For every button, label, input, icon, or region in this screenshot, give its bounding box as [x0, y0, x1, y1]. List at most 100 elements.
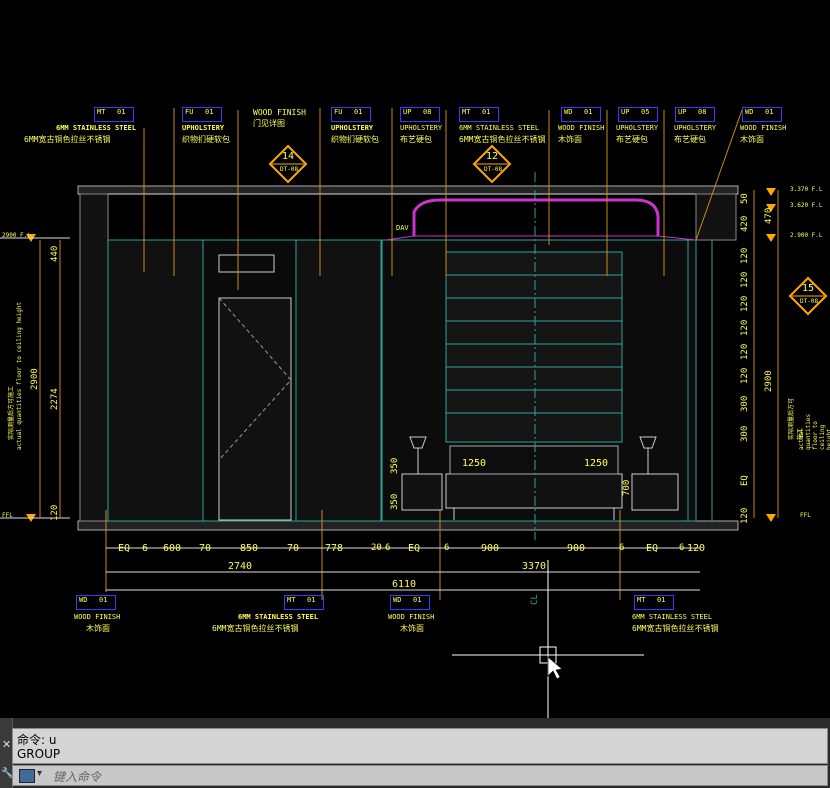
tag-en-b3: WOOD FINISH — [388, 613, 435, 621]
dim-bed-left: 1250 — [462, 458, 487, 469]
dim-bottom: 778 — [325, 543, 344, 554]
chevron-down-icon[interactable]: ▾ — [37, 768, 42, 779]
dim-bottom: 600 — [163, 543, 182, 554]
tag-code: WD — [564, 108, 573, 116]
dim-right: EQ — [740, 475, 750, 486]
tag-cn-8: 布艺硬包 — [616, 135, 648, 144]
dim-bottom: 900 — [481, 543, 500, 554]
dim-bottom: 850 — [240, 543, 259, 554]
tag-code: MT — [637, 596, 646, 604]
dim-right: 470 — [764, 207, 774, 224]
dim-left-2274: 2274 — [50, 388, 60, 410]
tag-code: MT — [97, 108, 106, 116]
drawing-canvas[interactable]: MT 01 6MM STAINLESS STEEL 6MM宽古铜色拉丝不锈钢 F… — [0, 0, 830, 718]
dim-right-2900: 2900 — [764, 370, 774, 392]
section-12-ref: DT-08 — [484, 166, 503, 173]
vertical-note-en-right: actual quantities floor to ceiling heigh… — [798, 413, 830, 450]
material-tag-7[interactable]: WD 01 — [561, 107, 601, 122]
tag-cn-7: 木饰面 — [558, 135, 582, 144]
dim-right: 120 — [740, 295, 750, 312]
tag-code: UP — [403, 108, 412, 116]
tag-en-10: WOOD FINISH — [740, 124, 787, 132]
tag-code: WD — [745, 108, 754, 116]
history-line-1: 命令: u — [17, 733, 57, 747]
tag-code: MT — [462, 108, 471, 116]
tag-en-3: WOOD FINISH — [253, 108, 306, 117]
dim-bottom: 120 — [687, 543, 706, 554]
material-tag-b2[interactable]: MT 01 — [284, 595, 324, 610]
level-3370-right: 3.370 F.L — [790, 186, 823, 193]
tag-cn-9: 布艺硬包 — [674, 135, 706, 144]
material-tag-8[interactable]: UP 05 — [618, 107, 658, 122]
section-15-num: 15 — [802, 283, 815, 294]
level-3620-right: 3.620 F.L — [790, 202, 823, 209]
tag-cn-b1: 木饰面 — [86, 624, 110, 633]
tag-en-4: UPHOLSTERY — [331, 124, 374, 132]
dim-bottom: EQ — [118, 543, 131, 554]
section-15-ref: DT-08 — [800, 298, 819, 305]
dim-right: 300 — [740, 395, 750, 412]
dim-right: 120 — [740, 367, 750, 384]
tag-en-5: UPHOLSTERY — [400, 124, 443, 132]
tag-num: 08 — [698, 108, 707, 116]
material-tag-9[interactable]: UP 08 — [675, 107, 715, 122]
dim-right: 120 — [740, 343, 750, 360]
material-tag-b1[interactable]: WD 01 — [76, 595, 116, 610]
dim-bottom: 70 — [199, 543, 212, 554]
level-ffl-right: FFL — [800, 512, 811, 519]
tag-en-6: 6MM STAINLESS STEEL — [459, 124, 540, 132]
tag-num: 01 — [584, 108, 593, 116]
tag-num: 01 — [307, 596, 316, 604]
dim-bottom: EQ — [408, 543, 421, 554]
command-input-row: ▾ — [12, 765, 828, 786]
tag-code: MT — [287, 596, 296, 604]
tag-en-2: UPHOLSTERY — [182, 124, 225, 132]
material-tag-5[interactable]: UP 08 — [400, 107, 440, 122]
ceiling-cove — [412, 198, 660, 236]
material-tag-2[interactable]: FU 01 — [182, 107, 222, 122]
command-input[interactable] — [51, 767, 815, 786]
dim-right: 120 — [740, 507, 750, 524]
dim-bottom: 6 — [619, 543, 625, 553]
dim-bottom-2740: 2740 — [228, 561, 253, 572]
floor-slab — [77, 520, 739, 531]
tag-num: 01 — [205, 108, 214, 116]
tag-num: 01 — [482, 108, 491, 116]
dim-bottom-6110: 6110 — [392, 579, 417, 590]
close-icon[interactable]: ✕ — [2, 738, 11, 751]
tag-en-b4: 6MM STAINLESS STEEL — [632, 613, 713, 621]
dim-right: 120 — [740, 319, 750, 336]
left-wall — [79, 193, 109, 522]
tag-cn-10: 木饰面 — [740, 135, 764, 144]
material-tag-4[interactable]: FU 01 — [331, 107, 371, 122]
material-tag-b4[interactable]: MT 01 — [634, 595, 674, 610]
tag-en-9: UPHOLSTERY — [674, 124, 717, 132]
command-prompt-icon[interactable] — [19, 769, 35, 783]
section-12-num: 12 — [486, 151, 499, 162]
tag-en-7: WOOD FINISH — [558, 124, 605, 132]
dim-bed-right: 1250 — [584, 458, 609, 469]
right-wall-top — [695, 193, 737, 241]
tag-en-8: UPHOLSTERY — [616, 124, 659, 132]
material-tag-10[interactable]: WD 01 — [742, 107, 782, 122]
dim-night-350b: 350 — [390, 493, 400, 510]
tag-cn-5: 布艺硬包 — [400, 135, 432, 144]
dim-left-120: 120 — [50, 504, 60, 521]
section-14-num: 14 — [282, 151, 295, 162]
material-tag-b3[interactable]: WD 01 — [390, 595, 430, 610]
history-line-2: GROUP — [17, 747, 61, 761]
tag-code: FU — [334, 108, 343, 116]
material-tag-6[interactable]: MT 01 — [459, 107, 499, 122]
tag-cn-b2: 6MM宽古铜色拉丝不锈钢 — [212, 624, 299, 633]
left-wall-panels — [107, 239, 382, 522]
tag-num: 01 — [354, 108, 363, 116]
tag-code: WD — [393, 596, 402, 604]
level-ffl-left: FFL — [2, 512, 13, 519]
level-markers-right — [753, 188, 779, 522]
tag-cn-2: 织物扪硬软包 — [182, 135, 230, 144]
dim-right: 300 — [740, 425, 750, 442]
tag-num: 05 — [641, 108, 650, 116]
tag-num: 01 — [117, 108, 126, 116]
material-tag-1[interactable]: MT 01 — [94, 107, 134, 122]
dim-left-440: 440 — [50, 245, 60, 262]
